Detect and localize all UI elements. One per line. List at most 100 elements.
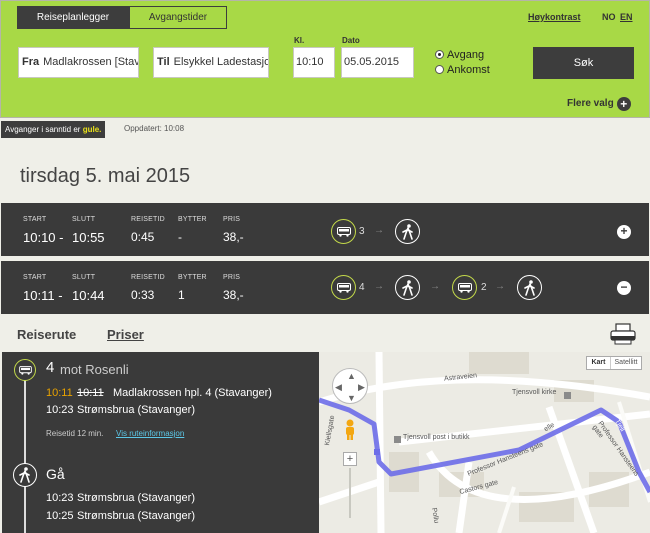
map-type-toggle: Kart Satellitt — [586, 356, 642, 370]
trip-row[interactable]: START 10:10 - SLUTT 10:55 REISETID 0:45 … — [1, 203, 649, 256]
route-map[interactable]: Astraveien Tjensvoll kirke Tjensvoll pos… — [319, 352, 650, 533]
lang-no-link[interactable]: NO — [602, 12, 616, 22]
arrow-right-icon: → — [374, 281, 384, 292]
map-type-map-button[interactable]: Kart — [587, 357, 611, 369]
more-options-label: Flere valg — [567, 98, 614, 109]
walk-end-stop: Strømsbrua (Stavanger) — [77, 510, 195, 522]
price-header: PRIS — [223, 274, 241, 281]
trip-changes-col: BYTTER 1 — [178, 274, 207, 302]
from-value: Madlakrossen [Stav — [43, 56, 139, 68]
radio-departure[interactable]: Avgang — [435, 49, 484, 61]
street-view-pegman-icon[interactable] — [343, 419, 357, 441]
radio-departure-dot[interactable] — [435, 50, 444, 59]
changes-header: BYTTER — [178, 274, 207, 281]
trip-duration: 0:45 — [131, 230, 155, 244]
trip-end-col: SLUTT 10:55 — [72, 216, 105, 245]
bus-icon — [14, 359, 36, 381]
zoom-slider-track[interactable] — [349, 468, 351, 518]
trip-changes-col: BYTTER - — [178, 216, 207, 244]
day-title: tirsdag 5. mai 2015 — [20, 165, 191, 187]
walk-icon — [395, 219, 420, 244]
leg-travel-time: Reisetid 12 min. — [46, 429, 104, 438]
radio-departure-label: Avgang — [447, 49, 485, 61]
leg-line-number: 4 — [46, 359, 55, 376]
map-label-church: Tjensvoll kirke — [512, 389, 557, 396]
zoom-in-button[interactable]: + — [343, 452, 357, 466]
to-label: Til — [157, 56, 170, 68]
end-header: SLUTT — [72, 216, 96, 223]
trip-start-time: 10:10 - — [23, 230, 64, 245]
mode-tabs: Reiseplanlegger Avgangstider — [17, 6, 227, 29]
tab-route[interactable]: Reiserute — [17, 327, 76, 342]
trip-start-time: 10:11 - — [23, 288, 63, 303]
bus-line-number: 2 — [481, 282, 487, 293]
from-label: Fra — [22, 56, 40, 68]
route-detail-panel: 4 mot Rosenli 10:11 10:11 Madlakrossen h… — [2, 352, 319, 533]
trip-start-col: START 10:11 - — [23, 274, 63, 303]
tab-prices[interactable]: Priser — [107, 327, 144, 342]
print-icon[interactable] — [609, 323, 637, 350]
realtime-departure: 10:11 — [46, 387, 73, 399]
pan-right-icon[interactable]: ▶ — [358, 382, 365, 393]
lang-en-link[interactable]: EN — [620, 12, 633, 22]
timeline-line — [24, 368, 26, 533]
trip-start-value: 10:10 — [23, 230, 56, 245]
realtime-badge: Avganger i sanntid er gule. — [1, 121, 106, 138]
walk-start-time: 10:23 — [46, 492, 74, 504]
trip-price-col: PRIS 38,- — [223, 274, 244, 302]
trip-price-col: PRIS 38,- — [223, 216, 244, 244]
date-label: Dato — [342, 36, 360, 45]
trip-price: 38,- — [223, 230, 244, 244]
pan-control[interactable]: ▲ ▼ ◀ ▶ — [332, 368, 368, 404]
changes-header: BYTTER — [178, 216, 207, 223]
search-button[interactable]: Søk — [533, 47, 634, 79]
scheduled-departure: 10:11 — [77, 387, 104, 399]
trip-duration-col: REISETID 0:33 — [131, 274, 165, 302]
departure-stop: Madlakrossen hpl. 4 (Stavanger) — [113, 387, 272, 399]
high-contrast-link[interactable]: Høykontrast — [528, 12, 581, 22]
bus-icon — [331, 275, 356, 300]
to-value: Elsykkel Ladestasjon — [173, 56, 269, 68]
trip-changes: 1 — [178, 288, 185, 302]
walk-icon — [395, 275, 420, 300]
expand-trip-button[interactable]: + — [617, 225, 631, 239]
time-field[interactable]: 10:10 — [293, 47, 335, 78]
trip-duration: 0:33 — [131, 288, 155, 302]
from-field[interactable]: Fra Madlakrossen [Stav — [18, 47, 139, 78]
radio-arrival-dot[interactable] — [435, 65, 444, 74]
route-info-link[interactable]: Vis ruteinformasjon — [116, 429, 184, 438]
duration-header: REISETID — [131, 216, 165, 223]
start-header: START — [23, 274, 47, 281]
radio-arrival[interactable]: Ankomst — [435, 64, 490, 76]
pan-down-icon[interactable]: ▼ — [347, 393, 356, 403]
walk-icon — [517, 275, 542, 300]
more-options-link[interactable]: Flere valg + — [567, 97, 631, 111]
arrow-right-icon: → — [374, 225, 384, 236]
plus-circle-icon: + — [616, 97, 631, 111]
realtime-badge-highlight: gule. — [82, 125, 102, 134]
start-header: START — [23, 216, 47, 223]
leg-direction: mot Rosenli — [60, 362, 129, 377]
collapse-trip-button[interactable]: − — [617, 281, 631, 295]
arrow-right-icon: → — [430, 281, 440, 292]
trip-end-col: SLUTT 10:44 — [72, 274, 105, 303]
pan-up-icon[interactable]: ▲ — [347, 371, 356, 381]
time-value: 10:10 — [296, 56, 324, 68]
trip-start-col: START 10:10 - — [23, 216, 64, 245]
map-type-satellite-button[interactable]: Satellitt — [611, 357, 641, 369]
end-header: SLUTT — [72, 274, 96, 281]
updated-timestamp: Oppdatert: 10:08 — [124, 124, 185, 133]
to-field[interactable]: Til Elsykkel Ladestasjon — [153, 47, 269, 78]
tab-reiseplanlegger[interactable]: Reiseplanlegger — [17, 6, 129, 29]
search-panel: Reiseplanlegger Avgangstider Høykontrast… — [0, 0, 650, 118]
tab-avgangstider[interactable]: Avgangstider — [129, 6, 227, 29]
price-header: PRIS — [223, 216, 241, 223]
pan-left-icon[interactable]: ◀ — [335, 382, 342, 393]
trip-end-time: 10:55 — [72, 230, 105, 245]
arrival-time: 10:23 — [46, 404, 74, 416]
trip-row[interactable]: START 10:11 - SLUTT 10:44 REISETID 0:33 … — [1, 261, 649, 314]
trip-start-value: 10:11 — [23, 288, 55, 303]
bus-line-number: 4 — [359, 282, 365, 293]
date-field[interactable]: 05.05.2015 — [341, 47, 414, 78]
map-label-post: Tjensvoll post i butikk — [403, 434, 470, 441]
